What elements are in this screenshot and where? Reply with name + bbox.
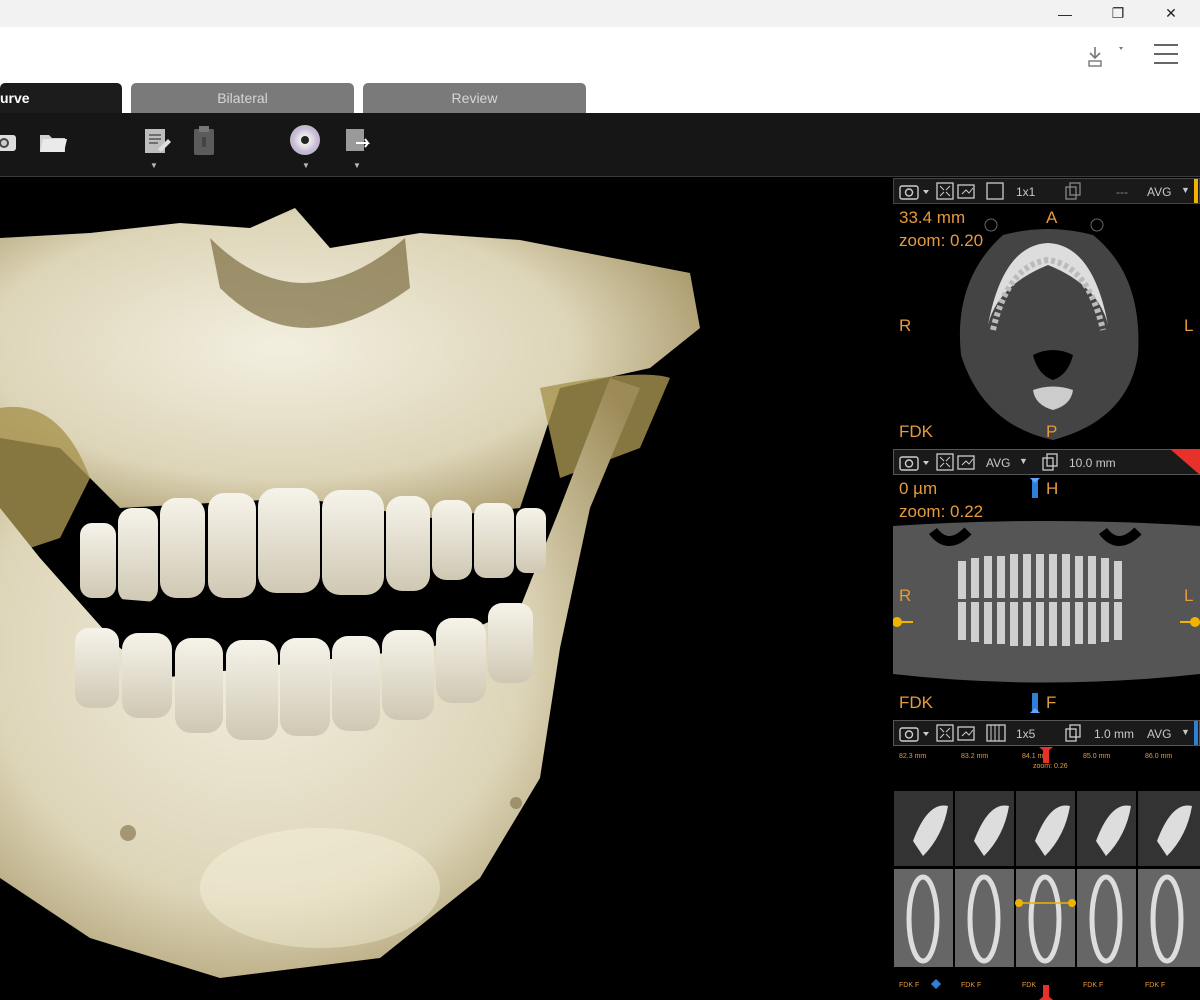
right-orientation-label: R	[899, 316, 912, 335]
menu-icon	[1154, 44, 1178, 64]
slice-diamond-marker[interactable]	[931, 976, 941, 994]
export-button[interactable]	[342, 123, 376, 157]
camera-icon	[0, 135, 16, 151]
snapshot-camera-icon[interactable]	[898, 724, 932, 745]
title-bar: — ❐ ✕	[0, 0, 1200, 27]
slice-position-label: 82.3 mm	[899, 753, 927, 760]
camera-button[interactable]	[0, 123, 22, 157]
overlay-icon[interactable]	[957, 453, 977, 474]
axial-view-toolbar: 1x1 --- AVG ▼	[893, 178, 1200, 204]
horizontal-slice-marker[interactable]	[1030, 478, 1040, 498]
fullscreen-icon[interactable]	[936, 182, 954, 203]
tab-review[interactable]: Review	[363, 83, 586, 113]
cross-section-slices	[894, 791, 1200, 967]
report-button[interactable]	[140, 123, 174, 157]
skull-render-image	[0, 208, 700, 978]
active-slice-marker[interactable]	[1039, 747, 1053, 768]
marker-f-label: F	[1046, 693, 1057, 712]
render-mode-dropdown[interactable]: AVG	[986, 456, 1010, 470]
right-orientation-label: R	[899, 586, 912, 605]
slab-value: ---	[1116, 185, 1128, 199]
algorithm-label: FDK	[899, 422, 933, 441]
disc-dropdown-caret[interactable]: ▼	[302, 161, 310, 170]
slice-position-label: 83.2 mm	[961, 753, 989, 760]
cross-section-view[interactable]: 82.3 mm 83.2 mm 84.1 mm 85.0 mm 86.0 mm …	[893, 747, 1200, 1000]
close-button[interactable]: ✕	[1148, 0, 1194, 27]
view-color-tag	[1194, 721, 1198, 745]
app-header: urve Bilateral Review	[0, 27, 1200, 113]
slice-position-label: 86.0 mm	[1145, 753, 1173, 760]
maximize-button[interactable]: ❐	[1095, 0, 1141, 27]
disc-icon	[290, 125, 320, 155]
slab-thickness[interactable]: 1.0 mm	[1094, 727, 1134, 741]
left-orientation-label: L	[1184, 316, 1194, 335]
algorithm-label: FDK	[899, 693, 933, 712]
chevron-down-icon[interactable]: ▼	[1181, 727, 1190, 737]
export-icon	[346, 129, 370, 151]
clipboard-button[interactable]	[188, 123, 222, 157]
open-folder-button[interactable]	[36, 123, 70, 157]
posterior-label: P	[1046, 422, 1058, 441]
tab-curve[interactable]: urve	[0, 83, 122, 113]
tab-bilateral[interactable]: Bilateral	[131, 83, 354, 113]
folder-icon	[40, 135, 67, 152]
slab-icon[interactable]	[1064, 182, 1082, 203]
snapshot-camera-icon[interactable]	[898, 453, 932, 474]
snapshot-camera-icon[interactable]	[898, 182, 932, 203]
overlay-icon[interactable]	[957, 182, 977, 203]
volume-3d-view[interactable]	[0, 178, 892, 1000]
left-orientation-label: L	[1184, 586, 1194, 605]
offset-label: 0 µm	[899, 479, 938, 498]
slice-position-label: 85.0 mm	[1083, 753, 1111, 760]
hamburger-menu-button[interactable]	[1152, 41, 1180, 67]
marker-h-label: H	[1046, 479, 1059, 498]
view-color-tag	[1170, 449, 1200, 478]
fullscreen-icon[interactable]	[936, 453, 954, 474]
slab-icon[interactable]	[1041, 453, 1059, 474]
zoom-label: zoom: 0.20	[899, 231, 984, 250]
cross-section-toolbar: 1x5 1.0 mm AVG ▼	[893, 720, 1200, 746]
multislice-icon[interactable]	[986, 724, 1006, 745]
download-icon	[1088, 47, 1123, 67]
panoramic-view-toolbar: AVG ▼ 10.0 mm	[893, 449, 1200, 475]
anterior-label: A	[1046, 208, 1058, 227]
minimize-button[interactable]: —	[1042, 0, 1088, 27]
disc-button[interactable]	[288, 123, 322, 157]
slice-footer-label: FDK F	[899, 982, 920, 989]
view-color-tag	[1194, 179, 1198, 203]
frame-icon[interactable]	[986, 182, 1004, 203]
slab-icon[interactable]	[1064, 724, 1082, 745]
layout-label[interactable]: 1x5	[1016, 727, 1035, 741]
active-slice-bottom-marker[interactable]	[1039, 985, 1053, 1000]
report-icon	[145, 129, 171, 153]
slice-footer-label: FDK F	[1083, 982, 1104, 989]
overlay-icon[interactable]	[957, 724, 977, 745]
download-button[interactable]	[1085, 43, 1127, 71]
render-mode-dropdown[interactable]: AVG	[1147, 727, 1171, 741]
export-dropdown-caret[interactable]: ▼	[353, 161, 361, 170]
main-toolbar: ▼ ▼ ▼	[0, 113, 1200, 177]
slice-footer-label: FDK F	[1145, 982, 1166, 989]
slice-thickness-label: 33.4 mm	[899, 208, 966, 227]
chevron-down-icon[interactable]: ▼	[1181, 185, 1190, 195]
slice-footer-label: FDK F	[961, 982, 982, 989]
clipboard-icon	[194, 126, 214, 155]
fullscreen-icon[interactable]	[936, 724, 954, 745]
slice-footer-label: FDK	[1022, 982, 1036, 989]
chevron-down-icon[interactable]: ▼	[1019, 456, 1028, 466]
report-dropdown-caret[interactable]: ▼	[150, 161, 158, 170]
slab-thickness[interactable]: 10.0 mm	[1069, 456, 1116, 470]
frontal-slice-marker[interactable]	[1030, 693, 1040, 713]
zoom-label: zoom: 0.22	[899, 502, 984, 521]
layout-label[interactable]: 1x1	[1016, 185, 1035, 199]
render-mode-dropdown[interactable]: AVG	[1147, 185, 1171, 199]
